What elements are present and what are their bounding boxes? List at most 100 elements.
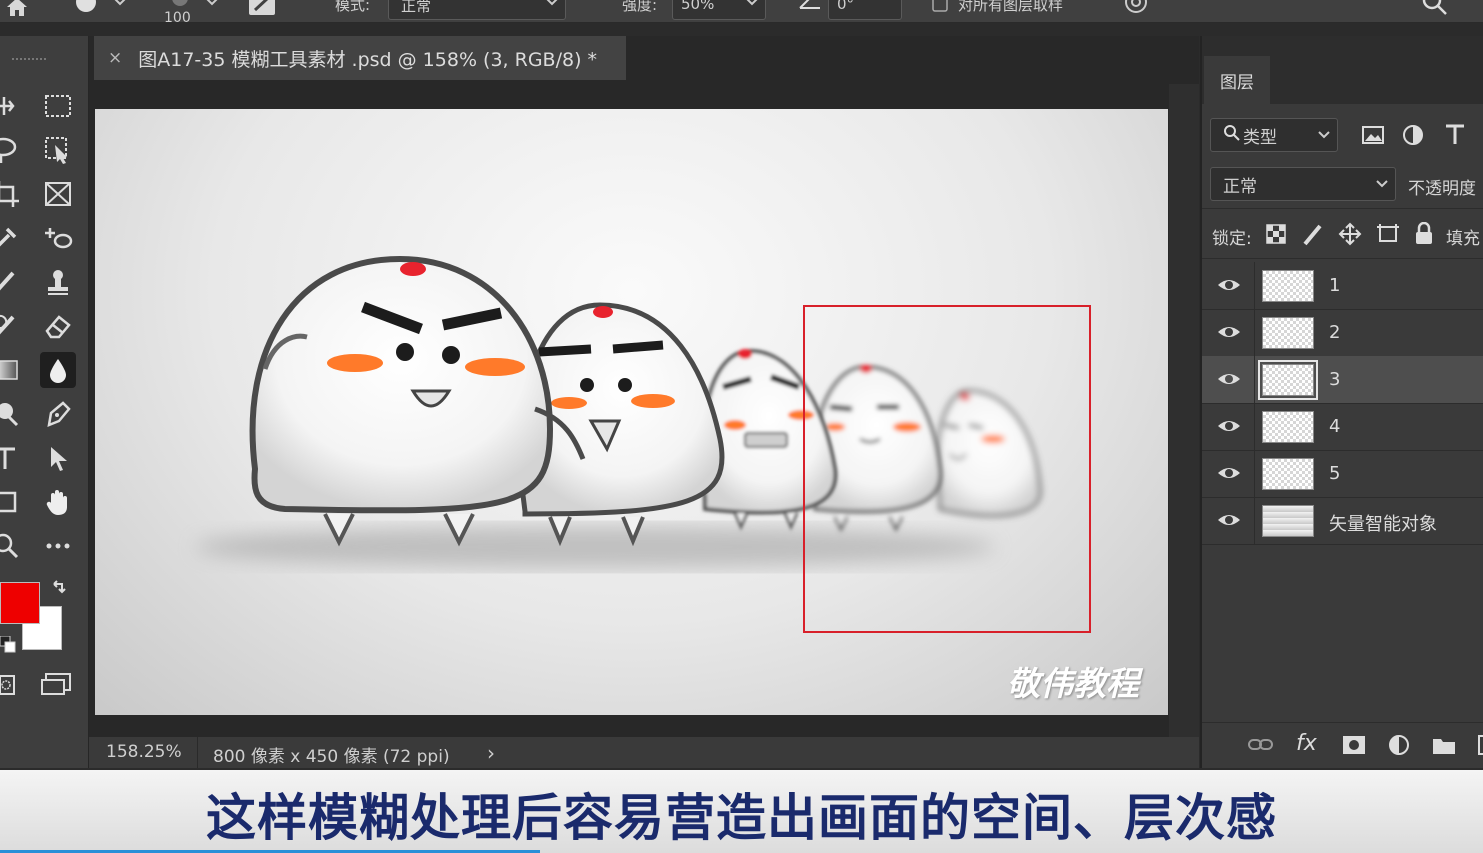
watermark-text: 敬伟教程 <box>1007 664 1139 703</box>
panel-footer: fx <box>1202 722 1483 769</box>
brush-preview-icon[interactable] <box>162 0 222 18</box>
ground-shadow <box>195 525 995 569</box>
eraser-tool-icon[interactable] <box>40 308 76 344</box>
crop-tool-icon[interactable] <box>0 176 24 212</box>
type-tool-icon[interactable] <box>0 440 24 476</box>
new-layer-icon[interactable] <box>1478 735 1483 759</box>
toolbar-grip[interactable] <box>12 58 46 66</box>
layer-name[interactable]: 5 <box>1329 463 1340 484</box>
lasso-tool-icon[interactable] <box>0 132 24 168</box>
pressure-icon[interactable] <box>1124 0 1150 22</box>
layer-name[interactable]: 2 <box>1329 322 1340 343</box>
move-tool-icon[interactable] <box>0 88 24 124</box>
layer-name[interactable]: 矢量智能对象 <box>1329 510 1437 536</box>
foreground-color-swatch[interactable] <box>0 582 40 624</box>
filter-pixel-icon[interactable] <box>1362 126 1384 148</box>
panel-divider <box>1202 208 1483 209</box>
hand-tool-icon[interactable] <box>40 484 76 520</box>
home-icon[interactable] <box>4 0 30 21</box>
filter-kind-select[interactable]: 类型 <box>1210 118 1338 152</box>
new-adjustment-layer-icon[interactable] <box>1388 734 1412 762</box>
filter-type-icon[interactable] <box>1444 122 1466 150</box>
visibility-eye-icon[interactable] <box>1216 322 1242 346</box>
new-group-folder-icon[interactable] <box>1432 735 1456 759</box>
history-brush-tool-icon[interactable] <box>0 308 24 344</box>
spot-healing-tool-icon[interactable] <box>40 220 76 256</box>
screen-mode-icon[interactable] <box>40 672 74 702</box>
blend-mode-select[interactable]: 正常 <box>1210 167 1396 201</box>
path-selection-tool-icon[interactable] <box>40 440 76 476</box>
mode-select[interactable]: 正常 <box>388 0 566 20</box>
lock-transparency-icon[interactable] <box>1266 224 1286 248</box>
layer-row[interactable]: 2 <box>1202 309 1483 357</box>
swap-colors-icon[interactable] <box>50 580 70 604</box>
layer-row[interactable]: 矢量智能对象 <box>1202 497 1483 545</box>
layer-name[interactable]: 3 <box>1329 369 1340 390</box>
eyedropper-tool-icon[interactable] <box>0 220 24 256</box>
clone-stamp-tool-icon[interactable] <box>40 264 76 300</box>
lock-pixels-icon[interactable] <box>1302 222 1324 250</box>
visibility-eye-icon[interactable] <box>1216 463 1242 487</box>
blur-tool-icon[interactable] <box>40 352 76 388</box>
zoom-tool-icon[interactable] <box>0 528 24 564</box>
vertical-scrollbar[interactable] <box>1169 84 1199 768</box>
link-layers-icon[interactable] <box>1248 737 1274 757</box>
lock-position-icon[interactable] <box>1338 222 1362 250</box>
close-icon[interactable]: × <box>108 48 122 68</box>
lock-artboard-icon[interactable] <box>1376 223 1400 249</box>
document-tab[interactable]: × 图A17-35 模糊工具素材 .psd @ 158% (3, RGB/8) … <box>94 36 626 80</box>
angle-icon <box>798 0 824 18</box>
mode-label: 模式: <box>335 0 371 14</box>
layer-name[interactable]: 1 <box>1329 275 1340 296</box>
layer-thumbnail <box>1258 360 1318 400</box>
brush-preset-icon[interactable] <box>74 0 134 22</box>
row-divider <box>1254 309 1255 356</box>
filter-adjustment-icon[interactable] <box>1402 124 1424 150</box>
layer-row-selected[interactable]: 3 <box>1202 356 1483 404</box>
chevron-down-icon <box>745 0 759 13</box>
layer-thumbnail <box>1262 270 1314 302</box>
document-title: 图A17-35 模糊工具素材 .psd @ 158% (3, RGB/8) * <box>138 48 598 71</box>
layer-row[interactable]: 1 <box>1202 262 1483 310</box>
brush-settings-icon[interactable] <box>248 0 278 22</box>
more-tools-icon[interactable] <box>40 528 76 564</box>
pen-tool-icon[interactable] <box>40 396 76 432</box>
visibility-eye-icon[interactable] <box>1216 510 1242 534</box>
brush-tool-icon[interactable] <box>0 264 24 300</box>
character-5 <box>935 389 1042 517</box>
angle-field[interactable]: 0° <box>828 0 902 20</box>
strength-field[interactable]: 50% <box>672 0 766 20</box>
layer-thumbnail <box>1262 505 1314 537</box>
frame-tool-icon[interactable] <box>40 176 76 212</box>
image-canvas[interactable]: 敬伟教程 <box>95 109 1168 715</box>
options-bar: 100 模式: 正常 强度: 50% 0° 对所有图层取样 <box>0 0 1483 26</box>
fx-icon[interactable]: fx <box>1296 731 1317 756</box>
sample-all-checkbox[interactable] <box>932 0 950 18</box>
visibility-eye-icon[interactable] <box>1216 369 1242 393</box>
quick-mask-icon[interactable] <box>0 674 20 702</box>
visibility-eye-icon[interactable] <box>1216 275 1242 299</box>
document-area: × 图A17-35 模糊工具素材 .psd @ 158% (3, RGB/8) … <box>89 36 1199 768</box>
status-bar: 158.25% 800 像素 x 450 像素 (72 ppi) › <box>89 737 1199 768</box>
layer-row[interactable]: 4 <box>1202 403 1483 451</box>
zoom-level[interactable]: 158.25% <box>106 742 182 762</box>
layer-name[interactable]: 4 <box>1329 416 1340 437</box>
status-divider <box>197 737 198 768</box>
dodge-tool-icon[interactable] <box>0 396 24 432</box>
rectangle-tool-icon[interactable] <box>0 484 24 520</box>
layer-row[interactable]: 5 <box>1202 450 1483 498</box>
search-icon <box>1223 124 1241 147</box>
tab-layers[interactable]: 图层 <box>1204 56 1270 104</box>
default-colors-icon[interactable] <box>0 635 16 658</box>
lock-all-icon[interactable] <box>1414 221 1434 250</box>
marquee-tool-icon[interactable] <box>40 88 76 124</box>
object-selection-tool-icon[interactable] <box>40 132 76 168</box>
visibility-eye-icon[interactable] <box>1216 416 1242 440</box>
gradient-tool-icon[interactable] <box>0 352 24 388</box>
opacity-label: 不透明度 <box>1408 179 1476 199</box>
status-menu-arrow[interactable]: › <box>487 741 495 765</box>
row-divider <box>1254 262 1255 309</box>
row-divider <box>1254 356 1255 403</box>
search-icon[interactable] <box>1422 0 1450 22</box>
add-mask-icon[interactable] <box>1342 735 1366 759</box>
